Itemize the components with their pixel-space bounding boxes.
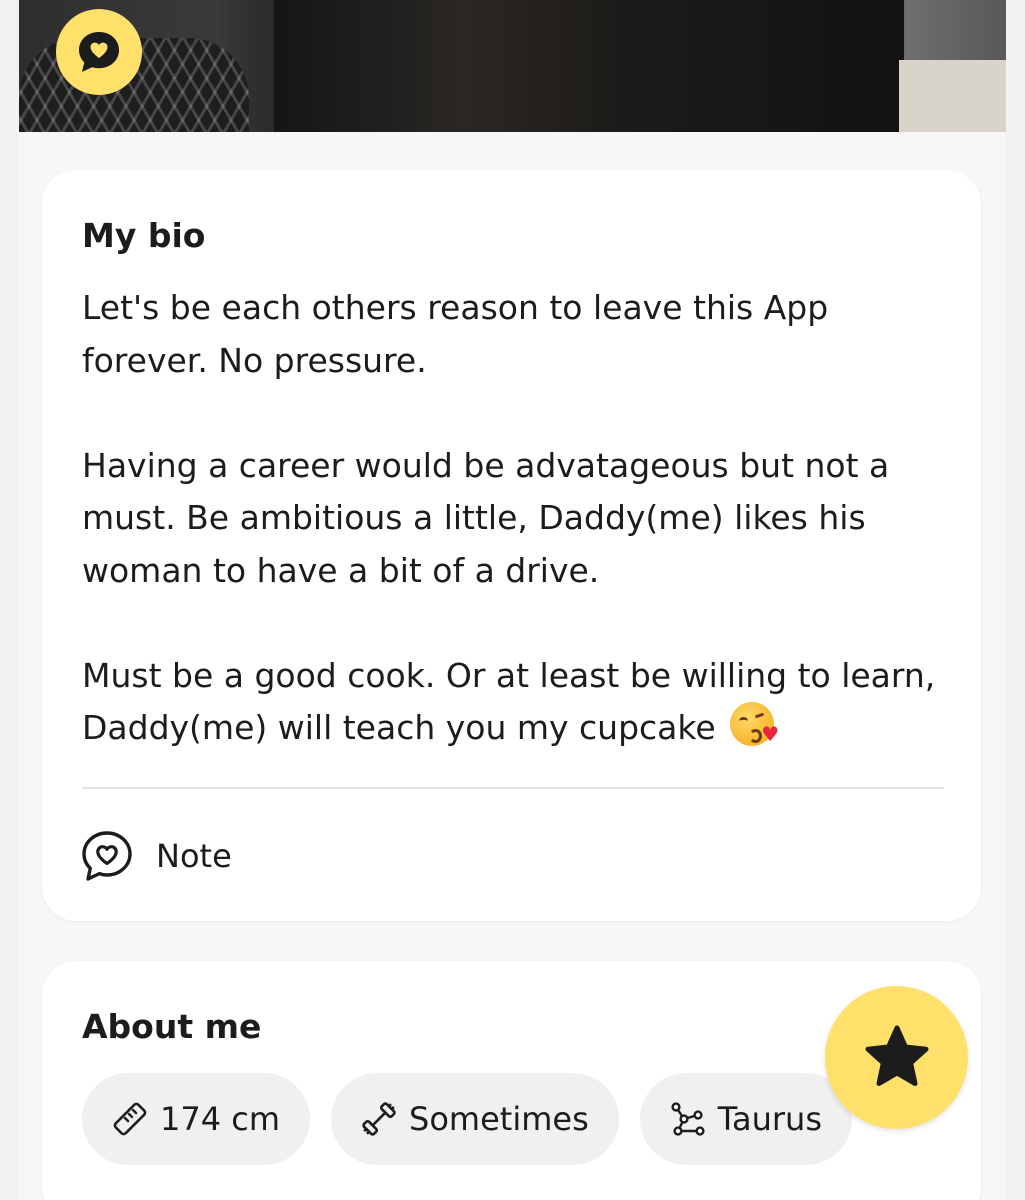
about-heading: About me xyxy=(82,1007,262,1046)
constellation-icon xyxy=(671,1102,705,1136)
about-chips: 174 cm Sometimes Taurus xyxy=(82,1073,852,1165)
chip-exercise-label: Sometimes xyxy=(409,1100,589,1138)
bio-heading: My bio xyxy=(82,216,206,255)
profile-photo[interactable] xyxy=(19,0,1006,132)
note-button[interactable]: Note xyxy=(80,828,232,884)
bio-paragraph-3-text: Must be a good cook. Or at least be will… xyxy=(82,655,936,748)
chip-height-label: 174 cm xyxy=(160,1100,281,1138)
profile-screen: My bio Let's be each others reason to le… xyxy=(0,0,1025,1200)
bio-divider xyxy=(82,787,944,789)
star-icon xyxy=(865,1025,928,1086)
bio-text: Let's be each others reason to leave thi… xyxy=(82,282,962,755)
chat-heart-icon xyxy=(79,32,119,72)
chat-heart-icon xyxy=(82,831,132,881)
chip-height: 174 cm xyxy=(82,1073,311,1165)
ruler-icon xyxy=(113,1102,147,1136)
chip-zodiac-label: Taurus xyxy=(717,1100,822,1138)
photo-person xyxy=(274,0,904,132)
kiss-emoji-icon: ♥ xyxy=(730,702,779,746)
superswipe-button[interactable] xyxy=(825,986,968,1129)
photo-desk xyxy=(899,60,1006,132)
bio-card: My bio Let's be each others reason to le… xyxy=(42,170,981,921)
photo-chat-badge[interactable] xyxy=(56,9,142,95)
bio-paragraph-2: Having a career would be advatageous but… xyxy=(82,445,890,590)
bio-paragraph-3: Must be a good cook. Or at least be will… xyxy=(82,650,962,755)
bio-paragraph-1: Let's be each others reason to leave thi… xyxy=(82,288,829,380)
chip-exercise: Sometimes xyxy=(331,1073,619,1165)
note-label: Note xyxy=(156,837,232,875)
dumbbell-icon xyxy=(362,1102,396,1136)
chip-zodiac: Taurus xyxy=(639,1073,852,1165)
